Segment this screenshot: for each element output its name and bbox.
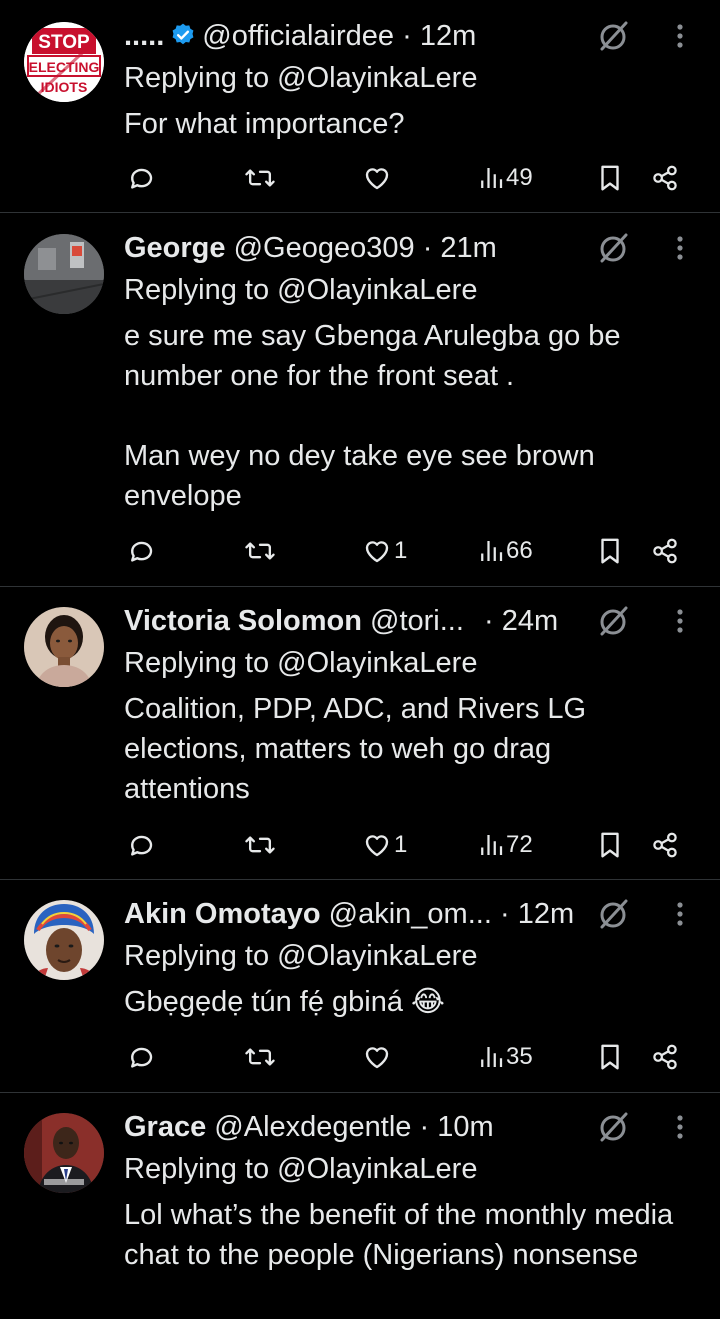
user-handle[interactable]: @akin_om... — [329, 898, 492, 930]
views-button[interactable]: 35 — [478, 1037, 533, 1077]
svg-text:ELECTING: ELECTING — [29, 59, 100, 75]
tweet-header: Grace @Alexdegentle · 10m — [124, 1105, 494, 1149]
tweet[interactable]: Grace @Alexdegentle · 10m Replying to @O… — [0, 1105, 720, 1319]
replying-to[interactable]: Replying to @OlayinkaLere — [124, 58, 477, 98]
tweet-actions: 1 72 — [0, 825, 720, 865]
display-name[interactable]: Grace — [124, 1111, 206, 1143]
bookmark-button[interactable] — [596, 531, 624, 571]
display-name[interactable]: Victoria Solomon — [124, 605, 362, 637]
tweet-actions: 49 — [0, 158, 720, 198]
reply-button[interactable] — [126, 158, 156, 198]
grok-icon[interactable] — [596, 230, 632, 266]
more-options-icon[interactable] — [668, 18, 692, 54]
display-name[interactable]: ..... — [124, 20, 164, 52]
share-button[interactable] — [650, 158, 680, 198]
bookmark-button[interactable] — [596, 825, 624, 865]
more-options-icon[interactable] — [668, 1109, 692, 1145]
view-count: 66 — [506, 537, 533, 564]
tweet[interactable]: Victoria Solomon @tori... · 24m Replying… — [0, 599, 720, 879]
replying-to[interactable]: Replying to @OlayinkaLere — [124, 1149, 477, 1189]
views-button[interactable]: 72 — [478, 825, 533, 865]
share-button[interactable] — [650, 1037, 680, 1077]
room-photo-avatar[interactable] — [24, 234, 104, 314]
tweet-text: For what importance? — [124, 108, 405, 140]
like-count: 1 — [394, 831, 408, 858]
reply-button[interactable] — [126, 1037, 156, 1077]
separator-dot: · — [499, 898, 510, 930]
grok-icon[interactable] — [596, 1109, 632, 1145]
grok-icon[interactable] — [596, 896, 632, 932]
verified-badge-icon — [170, 17, 196, 61]
tweet-actions: 35 — [0, 1037, 720, 1077]
view-count: 72 — [506, 831, 533, 858]
divider — [0, 879, 720, 880]
tweet[interactable]: Akin Omotayo @akin_om... · 12m Replying … — [0, 892, 720, 1092]
display-name[interactable]: George — [124, 232, 226, 264]
tweet[interactable]: STOP ELECTING IDIOTS ..... @officialairde… — [0, 14, 720, 212]
more-options-icon[interactable] — [668, 230, 692, 266]
tweet-header: George @Geogeo309 · 21m — [124, 226, 497, 270]
share-button[interactable] — [650, 531, 680, 571]
user-handle[interactable]: @officialairdee — [202, 20, 394, 52]
replying-to[interactable]: Replying to @OlayinkaLere — [124, 270, 477, 310]
timestamp[interactable]: 12m — [420, 20, 476, 52]
tweet-text: e sure me say Gbenga Arulegba go be numb… — [124, 320, 621, 512]
divider — [0, 1092, 720, 1093]
tweet-text: Gbẹgẹdẹ tún fẹ́ gbiná 😂 — [124, 986, 445, 1018]
like-button[interactable]: 1 — [362, 531, 407, 571]
like-count: 1 — [394, 537, 408, 564]
share-button[interactable] — [650, 825, 680, 865]
repost-button[interactable] — [244, 531, 276, 571]
divider — [0, 586, 720, 587]
reply-button[interactable] — [126, 531, 156, 571]
repost-button[interactable] — [244, 825, 276, 865]
woman-headwrap-avatar[interactable] — [24, 900, 104, 980]
like-button[interactable]: 1 — [362, 825, 407, 865]
views-button[interactable]: 66 — [478, 531, 533, 571]
more-options-icon[interactable] — [668, 896, 692, 932]
tweet-header: Victoria Solomon @tori... · 24m — [124, 599, 558, 643]
more-options-icon[interactable] — [668, 603, 692, 639]
like-button[interactable] — [362, 158, 394, 198]
tweet-header: ..... @officialairdee · 12m — [124, 14, 476, 58]
reply-feed: STOP ELECTING IDIOTS ..... @officialairde… — [0, 0, 720, 1319]
stop-sign-avatar[interactable]: STOP ELECTING IDIOTS — [24, 22, 104, 102]
separator-dot: · — [422, 232, 433, 264]
grok-icon[interactable] — [596, 603, 632, 639]
tweet-actions: 1 66 — [0, 531, 720, 571]
tweet-text: Lol what’s the benefit of the monthly me… — [124, 1199, 682, 1271]
separator-dot: · — [483, 605, 494, 637]
reply-button[interactable] — [126, 825, 156, 865]
svg-text:STOP: STOP — [38, 32, 90, 53]
views-button[interactable]: 49 — [478, 158, 533, 198]
timestamp[interactable]: 12m — [518, 898, 574, 930]
timestamp[interactable]: 21m — [440, 232, 496, 264]
tweet-text: Coalition, PDP, ADC, and Rivers LG elect… — [124, 693, 595, 805]
display-name[interactable]: Akin Omotayo — [124, 898, 321, 930]
user-handle[interactable]: @Geogeo309 — [234, 232, 415, 264]
view-count: 49 — [506, 164, 533, 191]
timestamp[interactable]: 24m — [502, 605, 558, 637]
separator-dot: · — [419, 1111, 430, 1143]
repost-button[interactable] — [244, 1037, 276, 1077]
user-handle[interactable]: @Alexdegentle — [214, 1111, 411, 1143]
grok-icon[interactable] — [596, 18, 632, 54]
man-suit-avatar[interactable] — [24, 1113, 104, 1193]
replying-to[interactable]: Replying to @OlayinkaLere — [124, 936, 477, 976]
view-count: 35 — [506, 1043, 533, 1070]
divider — [0, 212, 720, 213]
repost-button[interactable] — [244, 158, 276, 198]
timestamp[interactable]: 10m — [437, 1111, 493, 1143]
separator-dot: · — [402, 20, 412, 52]
replying-to[interactable]: Replying to @OlayinkaLere — [124, 643, 477, 683]
tweet-header: Akin Omotayo @akin_om... · 12m — [124, 892, 574, 936]
tweet[interactable]: George @Geogeo309 · 21m Replying to @Ola… — [0, 226, 720, 586]
woman-portrait-avatar[interactable] — [24, 607, 104, 687]
like-button[interactable] — [362, 1037, 394, 1077]
user-handle[interactable]: @tori... — [370, 605, 464, 637]
bookmark-button[interactable] — [596, 1037, 624, 1077]
bookmark-button[interactable] — [596, 158, 624, 198]
